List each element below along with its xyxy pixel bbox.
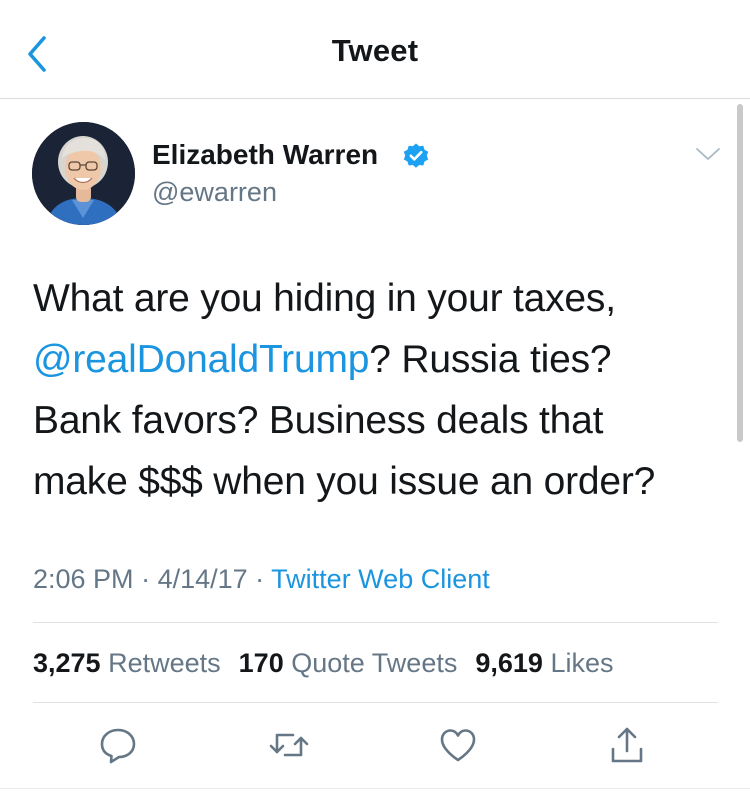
likes-stat[interactable]: 9,619 Likes [475, 648, 613, 678]
verified-badge-icon [402, 142, 430, 170]
avatar-image [32, 122, 135, 225]
share-icon [611, 727, 643, 763]
tweet-text-segment: ? Russia ties? [369, 338, 612, 381]
retweets-stat[interactable]: 3,275 Retweets [33, 648, 221, 678]
reply-button[interactable] [97, 724, 139, 766]
reply-icon [100, 728, 136, 764]
divider [33, 702, 718, 703]
tweet-time: 2:06 PM [33, 564, 134, 594]
heart-icon [440, 729, 476, 762]
meta-separator: · [247, 564, 272, 594]
like-button[interactable] [437, 724, 479, 766]
author-name[interactable]: Elizabeth Warren [152, 139, 378, 171]
divider [33, 622, 718, 623]
quote-tweets-stat[interactable]: 170 Quote Tweets [239, 648, 458, 678]
page-title: Tweet [331, 33, 419, 68]
quote-tweets-count: 170 [238, 648, 284, 678]
quote-tweets-label: Quote Tweets [291, 648, 458, 678]
mention-link[interactable]: @realDonaldTrump [33, 338, 369, 381]
likes-count: 9,619 [475, 648, 543, 678]
tweet-source-link[interactable]: Twitter Web Client [271, 564, 490, 594]
tweet-meta: 2:06 PM · 4/14/17 · Twitter Web Client [33, 564, 490, 595]
meta-separator: · [133, 564, 158, 594]
tweet-text: What are you hiding in your taxes, @real… [33, 268, 733, 512]
retweet-button[interactable] [268, 724, 310, 766]
more-options-button[interactable] [694, 144, 722, 164]
tweet-text-line: What are you hiding in your taxes, [33, 277, 616, 320]
retweets-count: 3,275 [33, 648, 101, 678]
tweet-stats: 3,275 Retweets 170 Quote Tweets 9,619 Like… [33, 648, 631, 679]
retweet-icon [269, 733, 309, 757]
author-handle[interactable]: @ewarren [152, 177, 277, 208]
scrollbar[interactable] [737, 104, 743, 442]
avatar[interactable] [32, 122, 135, 225]
tweet-date: 4/14/17 [157, 564, 248, 594]
retweets-label: Retweets [108, 648, 221, 678]
chevron-down-icon [696, 148, 720, 160]
divider [0, 788, 750, 789]
share-button[interactable] [606, 724, 648, 766]
likes-label: Likes [550, 648, 614, 678]
nav-header: Tweet [0, 0, 750, 99]
tweet-text-line: make $$$ when you issue an order? [33, 460, 656, 503]
tweet-text-line: @realDonaldTrump? Russia ties? [33, 329, 733, 390]
tweet-text-line: Bank favors? Business deals that [33, 399, 604, 442]
